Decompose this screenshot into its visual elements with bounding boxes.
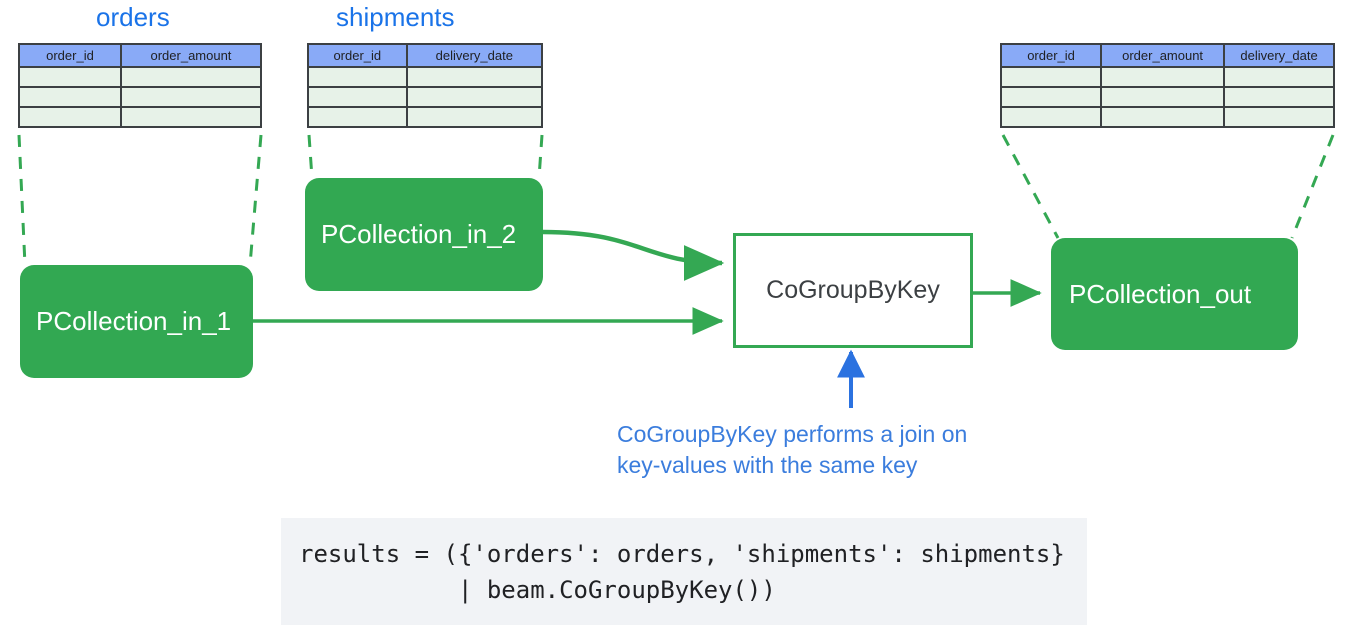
table-cell — [119, 106, 263, 128]
node-pcollection-in-1[interactable]: PCollection_in_1 — [20, 265, 253, 378]
table-title-shipments: shipments — [336, 2, 455, 32]
annotation-line-1: CoGroupByKey performs a join on — [617, 421, 968, 447]
table-cell — [1223, 106, 1335, 128]
table-cell — [405, 66, 544, 88]
column-header: order_amount — [119, 43, 263, 68]
table-cell — [405, 106, 544, 128]
dashed-link-shipments — [307, 134, 544, 179]
code-line-1: results = ({'orders': orders, 'shipments… — [299, 540, 1065, 568]
table-cell — [1100, 66, 1226, 88]
schema-table-shipments: order_id delivery_date — [307, 43, 544, 128]
table-row — [999, 106, 1335, 128]
table-header-row: order_id order_amount delivery_date — [999, 43, 1335, 68]
schema-table-output: order_id order_amount delivery_date — [999, 43, 1335, 128]
table-cell — [999, 86, 1103, 108]
column-header: order_id — [307, 43, 408, 68]
table-cell — [1223, 66, 1335, 88]
table-cell — [18, 86, 122, 108]
table-cell — [307, 66, 408, 88]
node-pcollection-out[interactable]: PCollection_out — [1051, 238, 1298, 350]
table-cell — [1100, 86, 1226, 108]
table-row — [307, 86, 544, 108]
table-cell — [18, 66, 122, 88]
table-row — [18, 106, 263, 128]
node-pcollection-in-2[interactable]: PCollection_in_2 — [305, 178, 543, 291]
table-cell — [999, 106, 1103, 128]
table-cell — [119, 66, 263, 88]
annotation-label: CoGroupByKey performs a join on key-valu… — [617, 419, 1047, 481]
table-cell — [18, 106, 122, 128]
column-header: order_amount — [1100, 43, 1226, 68]
table-cell — [307, 106, 408, 128]
dashed-link-orders — [17, 134, 263, 266]
dashed-link-output — [1001, 134, 1335, 239]
column-header: delivery_date — [405, 43, 544, 68]
table-row — [999, 86, 1335, 108]
column-header: order_id — [999, 43, 1103, 68]
table-cell — [307, 86, 408, 108]
table-row — [307, 66, 544, 88]
column-header: delivery_date — [1223, 43, 1335, 68]
table-header-row: order_id delivery_date — [307, 43, 544, 68]
table-header-row: order_id order_amount — [18, 43, 263, 68]
table-row — [999, 66, 1335, 88]
edge-in2-to-transform — [542, 229, 725, 281]
table-cell — [405, 86, 544, 108]
table-cell — [119, 86, 263, 108]
table-title-orders: orders — [96, 2, 170, 32]
node-transform-cogroupbykey[interactable]: CoGroupByKey — [733, 233, 973, 348]
table-cell — [999, 66, 1103, 88]
code-line-2: | beam.CoGroupByKey()) — [299, 576, 776, 604]
diagram-canvas: orders shipments order_id order_amount o… — [0, 0, 1361, 625]
code-snippet-block: results = ({'orders': orders, 'shipments… — [281, 518, 1087, 625]
table-row — [18, 86, 263, 108]
table-row — [18, 66, 263, 88]
schema-table-orders: order_id order_amount — [18, 43, 263, 128]
annotation-line-2: key-values with the same key — [617, 452, 918, 478]
column-header: order_id — [18, 43, 122, 68]
table-cell — [1100, 106, 1226, 128]
table-row — [307, 106, 544, 128]
table-cell — [1223, 86, 1335, 108]
